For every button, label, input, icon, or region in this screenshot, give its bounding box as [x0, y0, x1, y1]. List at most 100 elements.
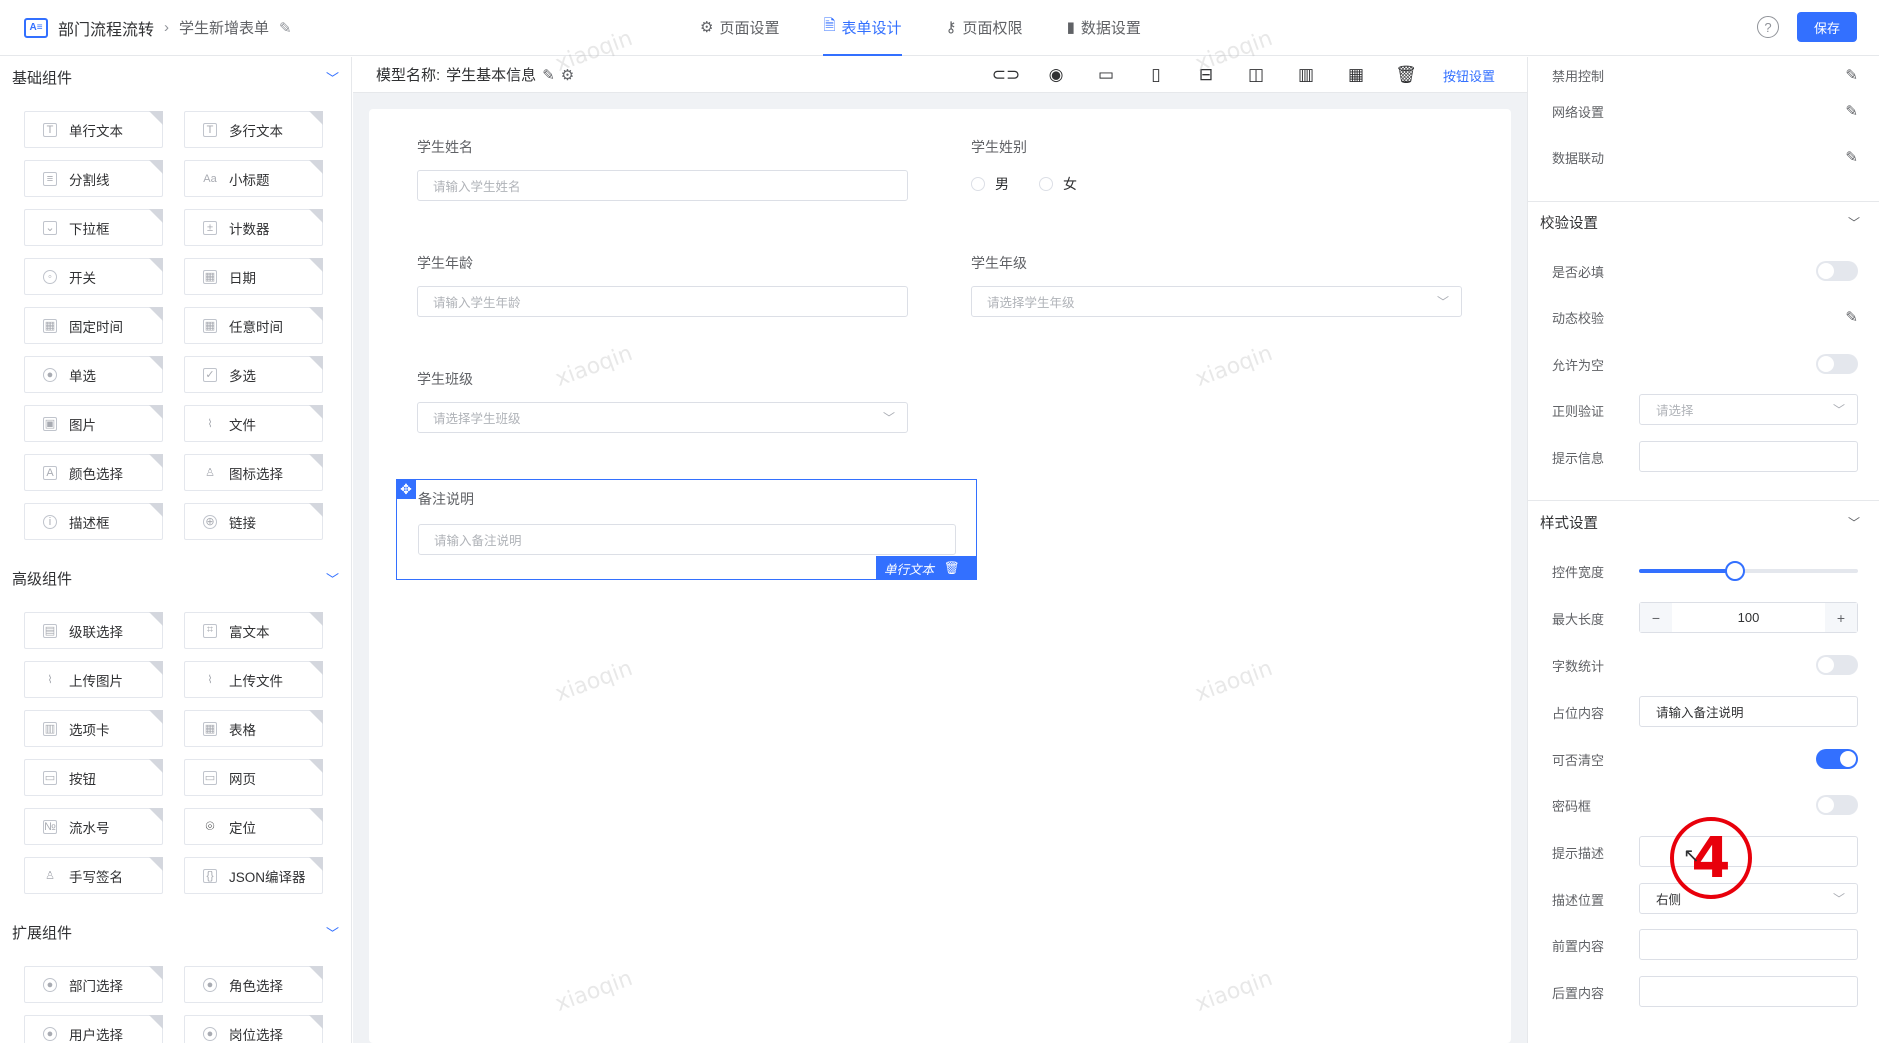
field-student-name[interactable]: 学生姓名 请输入学生姓名 [417, 137, 908, 201]
component-upload-file[interactable]: ⌇ 上传文件 [184, 661, 323, 698]
save-button[interactable]: 保存 [1797, 12, 1857, 42]
component-tabs[interactable]: ▥ 选项卡 [24, 710, 163, 747]
field-remark-selected[interactable]: ✥ 备注说明 请输入备注说明 单行文本 🗑 [396, 479, 977, 580]
max-length-stepper[interactable]: − 100 + [1639, 602, 1858, 633]
tab-page-permission[interactable]: ⚷ 页面权限 [946, 0, 1023, 56]
field-student-grade[interactable]: 学生年级 请选择学生年级 ﹀ [971, 253, 1462, 317]
component-any-time[interactable]: ▦ 任意时间 [184, 307, 323, 344]
component-divider[interactable]: ≡ 分割线 [24, 160, 163, 197]
placeholder-input[interactable]: 请输入备注说明 [1639, 696, 1858, 727]
component-cascader[interactable]: ▤ 级联选择 [24, 612, 163, 649]
breadcrumb-root[interactable]: 部门流程流转 [58, 16, 154, 40]
tab-data-settings[interactable]: ▮ 数据设置 [1067, 0, 1141, 56]
component-multi-text[interactable]: T 多行文本 [184, 111, 323, 148]
pc-layout-icon[interactable]: ▭ [1093, 63, 1119, 87]
minus-button[interactable]: − [1640, 603, 1672, 632]
field-student-class[interactable]: 学生班级 请选择学生班级 ﹀ [417, 369, 908, 433]
prefix-input[interactable] [1639, 929, 1858, 960]
one-column-icon[interactable]: ⊟ [1193, 63, 1219, 87]
component-counter[interactable]: ± 计数器 [184, 209, 323, 246]
component-icon-picker[interactable]: ♙ 图标选择 [184, 454, 323, 491]
allow-empty-switch[interactable] [1816, 354, 1858, 374]
trash-icon[interactable]: 🗑 [944, 561, 960, 576]
component-switch[interactable]: ◦ 开关 [24, 258, 163, 295]
group-header-extended[interactable]: 扩展组件 ﹀ [0, 912, 351, 952]
component-image[interactable]: ▣ 图片 [24, 405, 163, 442]
eye-icon[interactable]: ◉ [1043, 63, 1069, 87]
component-color-picker[interactable]: A 颜色选择 [24, 454, 163, 491]
chevron-down-icon: ﹀ [325, 571, 339, 587]
mobile-layout-icon[interactable]: ▯ [1143, 63, 1169, 87]
edit-icon[interactable]: ✎ [1845, 66, 1858, 84]
component-select[interactable]: ⌄ 下拉框 [24, 209, 163, 246]
four-column-icon[interactable]: ▦ [1343, 63, 1369, 87]
component-subtitle[interactable]: Aa 小标题 [184, 160, 323, 197]
tab-page-settings[interactable]: ⚙ 页面设置 [700, 0, 779, 56]
component-checkbox[interactable]: ✓ 多选 [184, 356, 323, 393]
clearable-switch[interactable] [1816, 749, 1858, 769]
edit-icon[interactable]: ✎ [1845, 308, 1858, 326]
tip-info-input[interactable] [1639, 441, 1858, 472]
component-fixed-time[interactable]: ▦ 固定时间 [24, 307, 163, 344]
radio-male[interactable]: 男 [971, 174, 1009, 194]
component-file[interactable]: ⌇ 文件 [184, 405, 323, 442]
component-signature[interactable]: ♙ 手写签名 [24, 857, 163, 894]
help-icon[interactable]: ? [1757, 16, 1779, 38]
move-icon[interactable]: ✥ [396, 479, 416, 499]
component-date[interactable]: ▦ 日期 [184, 258, 323, 295]
student-name-input[interactable]: 请输入学生姓名 [417, 170, 908, 201]
radio-female[interactable]: 女 [1039, 174, 1077, 194]
component-rich-text[interactable]: ⌗ 富文本 [184, 612, 323, 649]
group-header-advanced[interactable]: 高级组件 ﹀ [0, 558, 351, 598]
component-post-select[interactable]: ● 岗位选择 [184, 1015, 323, 1043]
two-column-icon[interactable]: ◫ [1243, 63, 1269, 87]
link-icon[interactable]: ⊂⊃ [992, 63, 1021, 87]
button-settings-link[interactable]: 按钮设置 [1443, 66, 1495, 85]
component-radio[interactable]: ● 单选 [24, 356, 163, 393]
component-location[interactable]: ⌾ 定位 [184, 808, 323, 845]
pencil-icon[interactable]: ✎ [279, 19, 292, 37]
trash-icon[interactable]: 🗑 [1393, 63, 1419, 87]
group-header-basic[interactable]: 基础组件 ﹀ [0, 57, 351, 97]
remark-input[interactable]: 请输入备注说明 [418, 524, 956, 555]
component-serial-number[interactable]: № 流水号 [24, 808, 163, 845]
component-dept-select[interactable]: ● 部门选择 [24, 966, 163, 1003]
component-label: 流水号 [69, 820, 110, 836]
row-label: 可否清空 [1552, 752, 1605, 768]
field-student-age[interactable]: 学生年龄 请输入学生年龄 [417, 253, 908, 317]
password-switch[interactable] [1816, 795, 1858, 815]
component-webpage[interactable]: ▭ 网页 [184, 759, 323, 796]
edit-icon[interactable]: ✎ [1845, 102, 1858, 120]
form-canvas: 学生姓名 请输入学生姓名 学生姓别 男 女 学生年龄 请输入学生年龄 学生年级 … [369, 26, 1511, 1043]
component-table[interactable]: ▦ 表格 [184, 710, 323, 747]
tab-form-design[interactable]: 🗎 表单设计 [823, 0, 902, 56]
section-style[interactable]: 样式设置 ﹀ [1540, 502, 1868, 542]
regex-select[interactable]: 请选择 ﹀ [1639, 394, 1858, 425]
row-label: 网络设置 [1552, 104, 1605, 120]
stepper-value[interactable]: 100 [1672, 610, 1825, 625]
width-slider[interactable] [1639, 561, 1858, 581]
component-upload-image[interactable]: ⌇ 上传图片 [24, 661, 163, 698]
required-switch[interactable] [1816, 261, 1858, 281]
component-role-select[interactable]: ● 角色选择 [184, 966, 323, 1003]
component-label: 定位 [229, 820, 256, 836]
hint-position-select[interactable]: 右侧 ﹀ [1639, 883, 1858, 914]
gear-icon[interactable]: ⚙ [561, 66, 574, 84]
component-description[interactable]: i 描述框 [24, 503, 163, 540]
edit-icon[interactable]: ✎ [1845, 148, 1858, 166]
pencil-icon[interactable]: ✎ [542, 66, 555, 84]
component-link[interactable]: ⊕ 链接 [184, 503, 323, 540]
word-count-switch[interactable] [1816, 655, 1858, 675]
component-user-select[interactable]: ● 用户选择 [24, 1015, 163, 1043]
plus-button[interactable]: + [1825, 603, 1857, 632]
suffix-input[interactable] [1639, 976, 1858, 1007]
field-student-gender[interactable]: 学生姓别 男 女 [971, 137, 1462, 194]
three-column-icon[interactable]: ▥ [1293, 63, 1319, 87]
component-single-text[interactable]: T 单行文本 [24, 111, 163, 148]
component-json-editor[interactable]: {} JSON编译器 [184, 857, 323, 894]
section-validation[interactable]: 校验设置 ﹀ [1540, 202, 1868, 242]
student-class-select[interactable]: 请选择学生班级 ﹀ [417, 402, 908, 433]
component-button[interactable]: ▭ 按钮 [24, 759, 163, 796]
student-age-input[interactable]: 请输入学生年龄 [417, 286, 908, 317]
student-grade-select[interactable]: 请选择学生年级 ﹀ [971, 286, 1462, 317]
